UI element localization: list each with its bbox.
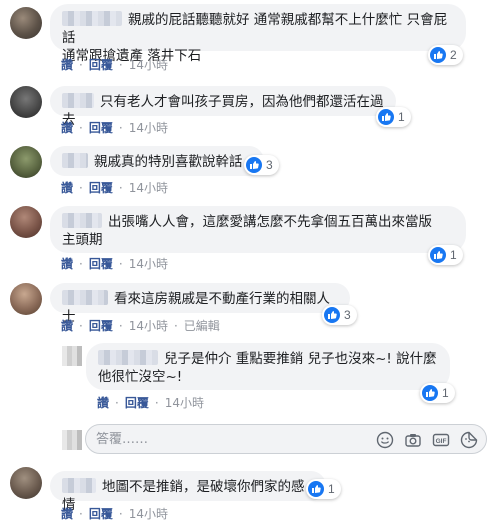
comment-actions: 讚 · 回覆 · 14小時	[61, 179, 168, 196]
comment-bubble: 親戚真的特別喜歡說幹話	[50, 146, 264, 176]
like-link[interactable]: 讚	[97, 394, 109, 411]
reply-input[interactable]	[96, 430, 366, 448]
reaction-count[interactable]: 1	[306, 479, 341, 499]
comment-actions: 讚 · 回覆 · 14小時	[61, 56, 168, 73]
reply-link[interactable]: 回覆	[89, 317, 113, 334]
like-icon	[430, 247, 446, 263]
like-icon	[324, 307, 340, 323]
reaction-count[interactable]: 1	[428, 245, 463, 265]
timestamp[interactable]: 14小時	[165, 394, 204, 411]
like-link[interactable]: 讚	[61, 56, 73, 73]
reply-link[interactable]: 回覆	[89, 255, 113, 272]
like-icon	[246, 157, 262, 173]
my-avatar	[62, 430, 82, 450]
svg-text:GIF: GIF	[436, 438, 447, 445]
reaction-count[interactable]: 3	[244, 155, 279, 175]
emoji-icon[interactable]	[376, 431, 394, 449]
avatar[interactable]	[10, 467, 42, 499]
avatar[interactable]	[10, 283, 42, 315]
comment-actions: 讚 · 回覆 · 14小時	[61, 505, 168, 522]
comment-actions: 讚 · 回覆 · 14小時	[61, 255, 168, 272]
timestamp[interactable]: 14小時	[129, 56, 168, 73]
reply-link[interactable]: 回覆	[89, 179, 113, 196]
comment-bubble: 地圖不是推銷，是破壞你們家的感情	[50, 471, 326, 513]
comment-bubble: 兒子是仲介 重點要推銷 兒子也沒來~! 說什麼 他很忙沒空~!	[86, 343, 450, 390]
timestamp[interactable]: 14小時	[129, 255, 168, 272]
comment-text-line1: 親戚真的特別喜歡說幹話	[94, 154, 243, 170]
commenter-name[interactable]	[62, 213, 102, 228]
like-link[interactable]: 讚	[61, 317, 73, 334]
commenter-name[interactable]	[98, 350, 158, 365]
avatar[interactable]	[10, 7, 42, 39]
comment-bubble: 出張嘴人人會，這麼愛講怎麼不先拿個五百萬出來當版 主頭期	[50, 206, 466, 253]
comment-bubble: 看來這房親戚是不動產行業的相關人士	[50, 283, 350, 325]
comment-bubble: 親戚的屁話聽聽就好 通常親戚都幫不上什麼忙 只會屁話 通常跟搶遺產 落井下石	[50, 4, 466, 64]
like-link[interactable]: 讚	[61, 119, 73, 136]
commenter-name[interactable]	[62, 93, 94, 108]
like-link[interactable]: 讚	[61, 255, 73, 272]
reply-link[interactable]: 回覆	[89, 505, 113, 522]
commenter-name[interactable]	[62, 478, 96, 493]
comment-actions: 讚 · 回覆 · 14小時	[97, 394, 204, 411]
like-icon	[430, 47, 446, 63]
reply-link[interactable]: 回覆	[89, 56, 113, 73]
comment-actions: 讚 · 回覆 · 14小時 · 已編輯	[61, 317, 220, 334]
reaction-count[interactable]: 1	[420, 383, 455, 403]
reaction-count[interactable]: 2	[428, 45, 463, 65]
reply-composer[interactable]: GIF	[85, 424, 487, 454]
edited-label[interactable]: 已編輯	[184, 317, 220, 334]
commenter-name[interactable]	[62, 290, 108, 305]
commenter-name[interactable]	[62, 11, 122, 26]
avatar[interactable]	[10, 86, 42, 118]
camera-icon[interactable]	[404, 431, 422, 449]
timestamp[interactable]: 14小時	[129, 505, 168, 522]
avatar[interactable]	[62, 346, 82, 366]
like-link[interactable]: 讚	[61, 505, 73, 522]
timestamp[interactable]: 14小時	[129, 179, 168, 196]
like-icon	[308, 481, 324, 497]
reply-link[interactable]: 回覆	[125, 394, 149, 411]
reply-link[interactable]: 回覆	[89, 119, 113, 136]
timestamp[interactable]: 14小時	[129, 119, 168, 136]
gif-icon[interactable]: GIF	[432, 431, 450, 449]
timestamp[interactable]: 14小時	[129, 317, 168, 334]
reaction-count[interactable]: 3	[322, 305, 357, 325]
comment-actions: 讚 · 回覆 · 14小時	[61, 119, 168, 136]
reaction-count[interactable]: 1	[376, 107, 411, 127]
comment-bubble: 只有老人才會叫孩子買房，因為他們都還活在過去	[50, 86, 396, 128]
commenter-name[interactable]	[62, 153, 88, 168]
avatar[interactable]	[10, 146, 42, 178]
comment-text-line2: 他很忙沒空~!	[98, 369, 183, 385]
comment-text-line1: 出張嘴人人會，這麼愛講怎麼不先拿個五百萬出來當版	[108, 214, 432, 230]
like-icon	[422, 385, 438, 401]
like-icon	[378, 109, 394, 125]
comment-text-line1: 兒子是仲介 重點要推銷 兒子也沒來~! 說什麼	[164, 351, 437, 367]
avatar[interactable]	[10, 206, 42, 238]
sticker-icon[interactable]	[460, 431, 478, 449]
comment-text-line2: 主頭期	[62, 232, 103, 248]
like-link[interactable]: 讚	[61, 179, 73, 196]
